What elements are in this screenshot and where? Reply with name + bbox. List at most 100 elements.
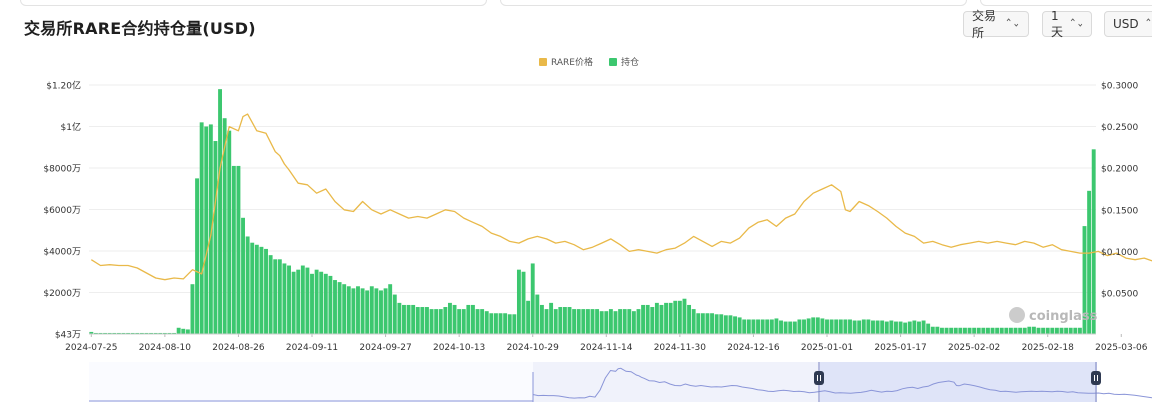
oi-bar: [705, 313, 710, 334]
oi-bar: [383, 288, 388, 334]
oi-bar: [691, 309, 696, 334]
oi-bar: [999, 327, 1004, 334]
oi-bar: [590, 309, 595, 334]
oi-bar: [756, 319, 760, 334]
oi-bar: [190, 284, 195, 334]
oi-bar: [268, 255, 273, 334]
left-tick-label: $2000万: [43, 289, 81, 299]
oi-bar: [236, 165, 241, 334]
oi-bar: [576, 309, 581, 334]
oi-bar: [917, 321, 921, 334]
oi-bar: [300, 265, 305, 334]
oi-bar: [254, 244, 259, 334]
open-interest-chart[interactable]: $1.20亿 $1亿 $8000万 $6000万 $4000万 $2000万 $43万 $0.…: [0, 0, 1152, 415]
x-tick-label: 2024-07-25: [65, 343, 117, 353]
oi-bar: [250, 242, 255, 334]
oi-bar: [1064, 327, 1069, 334]
oi-bar: [940, 327, 944, 334]
oi-bar: [1027, 326, 1032, 334]
left-tick-label: $43万: [55, 331, 81, 341]
oi-bar: [530, 263, 535, 334]
oi-bar: [815, 317, 820, 334]
oi-bar: [259, 246, 264, 334]
oi-bar: [507, 314, 512, 334]
left-tick-label: $4000万: [43, 248, 81, 258]
oi-bar: [852, 320, 857, 334]
legend-label-oi: 持仓: [621, 56, 639, 68]
navigator-handle-left[interactable]: [814, 371, 824, 385]
oi-bar: [1054, 327, 1059, 334]
oi-bar: [677, 300, 682, 334]
oi-bar: [944, 327, 949, 334]
oi-bar: [282, 263, 287, 334]
oi-bar: [319, 271, 324, 334]
oi-bar: [884, 321, 889, 334]
oi-bar: [733, 316, 737, 334]
oi-bar: [912, 320, 917, 334]
oi-bar: [369, 286, 374, 334]
oi-bar: [397, 302, 402, 334]
oi-bar: [503, 313, 508, 334]
oi-bar: [742, 319, 747, 334]
oi-bar: [728, 315, 733, 334]
oi-bar: [636, 309, 641, 334]
oi-bar: [429, 309, 434, 334]
oi-bar: [714, 314, 719, 334]
oi-bar: [972, 327, 977, 334]
oi-bar: [379, 290, 383, 334]
oi-bar: [659, 304, 664, 334]
x-tick-label: 2024-09-27: [359, 343, 411, 353]
coinglass-watermark: coinglass: [1009, 307, 1098, 324]
oi-bar: [746, 319, 751, 334]
oi-bar: [1077, 327, 1082, 334]
x-tick-label: 2025-02-18: [1022, 343, 1075, 353]
x-tick-label: 2024-12-16: [727, 343, 780, 353]
oi-bar: [838, 319, 843, 334]
oi-bar: [668, 302, 673, 334]
oi-bar: [751, 319, 756, 334]
oi-bar: [558, 307, 563, 334]
x-tick-label: 2024-08-10: [139, 343, 192, 353]
oi-bar: [921, 320, 926, 334]
oi-bar: [406, 304, 411, 334]
oi-bar: [769, 319, 774, 334]
oi-bar: [448, 302, 452, 334]
x-tick-label: 2024-10-29: [507, 343, 560, 353]
oi-bar: [1008, 327, 1013, 334]
navigator-handle-right[interactable]: [1091, 371, 1101, 385]
oi-bar: [898, 321, 903, 334]
oi-bar: [475, 309, 480, 334]
oi-bar: [834, 319, 839, 334]
x-tick-label: 2025-03-06: [1095, 343, 1148, 353]
oi-bar: [567, 307, 572, 334]
oi-bar: [930, 326, 935, 334]
oi-bar: [1004, 327, 1009, 334]
oi-bar: [544, 309, 549, 334]
oi-bar: [443, 307, 448, 334]
oi-bar: [562, 307, 567, 334]
oi-bar: [264, 248, 268, 334]
oi-bar: [1091, 149, 1096, 334]
oi-bar: [452, 304, 457, 334]
chart-legend[interactable]: RARE价格 持仓: [539, 56, 639, 68]
oi-bar: [493, 313, 498, 334]
oi-bar: [907, 321, 912, 334]
oi-bar: [572, 309, 577, 334]
oi-bar: [737, 317, 742, 334]
oi-bar: [512, 314, 517, 334]
oi-bar: [806, 318, 811, 334]
navigator-selected-range[interactable]: [820, 362, 1097, 402]
oi-bar: [995, 327, 1000, 334]
oi-bar: [866, 319, 871, 334]
watermark-text: coinglass: [1029, 309, 1098, 324]
range-navigator[interactable]: [89, 362, 1152, 402]
oi-bar: [949, 327, 954, 334]
left-tick-label: $8000万: [43, 165, 81, 175]
oi-bar: [526, 300, 531, 334]
oi-bar: [710, 313, 715, 334]
oi-bar: [1059, 327, 1064, 334]
oi-bar: [356, 286, 360, 334]
oi-bar: [323, 273, 328, 334]
oi-bar: [402, 304, 406, 334]
oi-bar: [420, 307, 425, 334]
